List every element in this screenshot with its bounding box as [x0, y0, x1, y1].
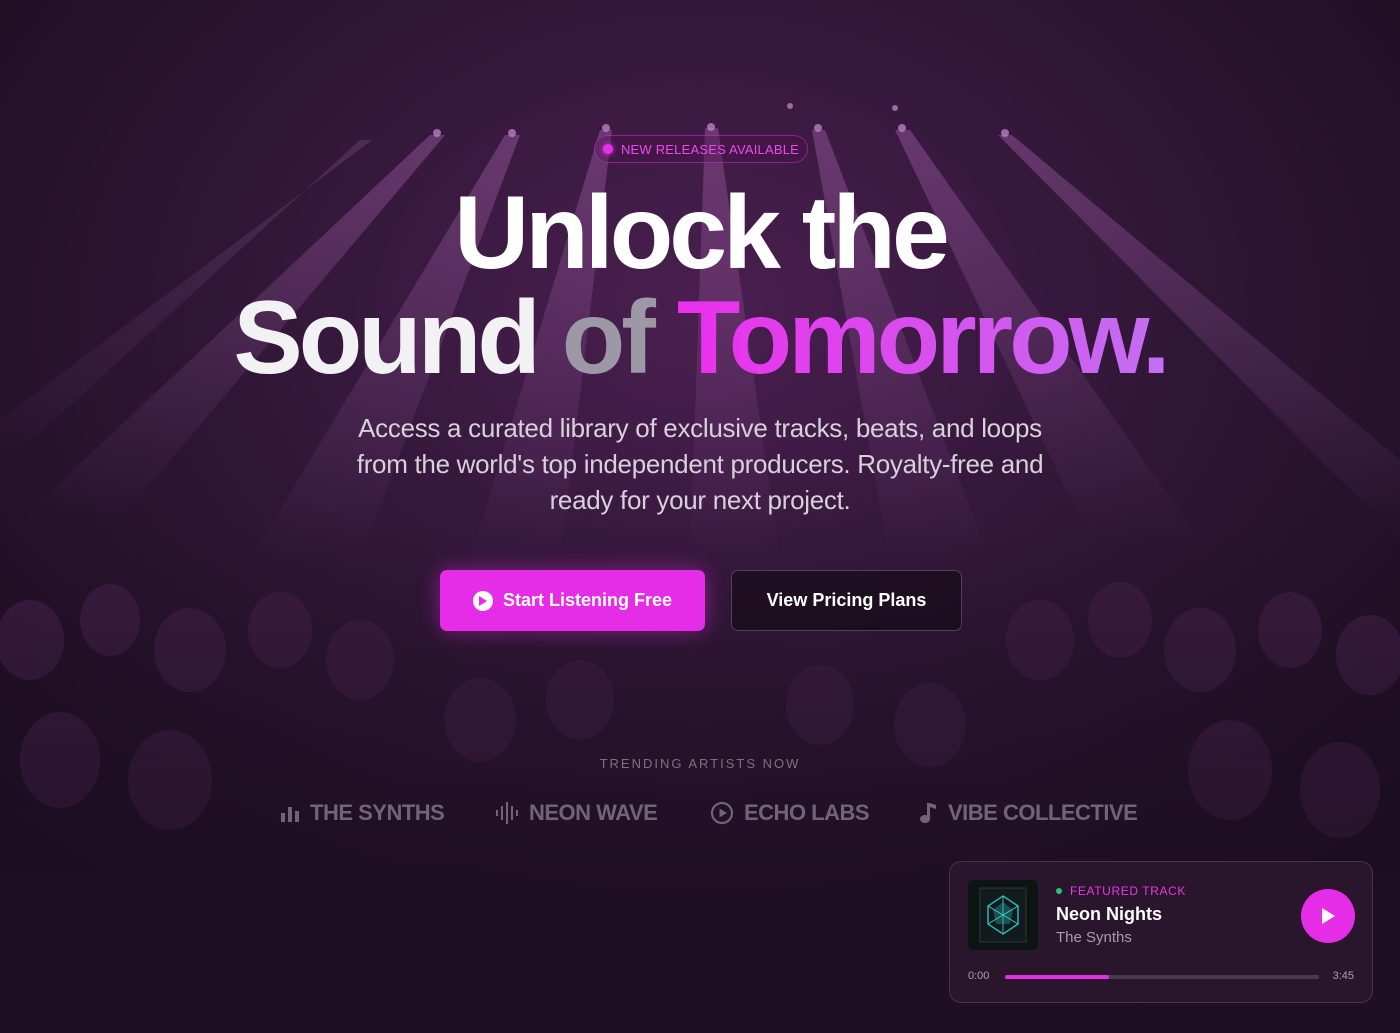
headline-accent-word: Tomorrow. — [676, 280, 1171, 396]
artist-name: VIBE COLLECTIVE — [948, 800, 1138, 825]
hero-section: NEW RELEASES AVAILABLE Unlock the Sound … — [0, 0, 1400, 1033]
album-cover[interactable] — [968, 880, 1038, 950]
time-current: 0:00 — [968, 970, 990, 982]
music-note-icon — [920, 803, 936, 823]
track-artist: The Synths — [1056, 929, 1132, 946]
artist-the-synths[interactable]: THE SYNTHS — [280, 800, 445, 826]
badge-text: NEW RELEASES AVAILABLE — [620, 141, 800, 157]
artist-echo-labs[interactable]: ECHO LABS — [710, 800, 870, 826]
headline-word-sound: Sound — [233, 280, 540, 396]
play-circle-icon — [710, 801, 734, 825]
play-track-button[interactable] — [1301, 889, 1355, 943]
progress-bar[interactable] — [1005, 975, 1319, 979]
headline-line-2: Sound of Tomorrow. — [0, 286, 1400, 390]
trending-artists: THE SYNTHS NEON WAVE ECHO LABS VIBE COLL… — [0, 800, 1400, 830]
progress-fill — [1005, 975, 1109, 979]
view-pricing-label: View Pricing Plans — [766, 590, 927, 610]
hero-headline: Unlock the Sound of Tomorrow. — [0, 175, 1400, 390]
bar-chart-icon — [281, 807, 299, 822]
featured-track-player: FEATURED TRACK Neon Nights The Synths 0:… — [949, 861, 1373, 1003]
artist-neon-wave[interactable]: NEON WAVE — [495, 800, 658, 826]
status-dot-icon — [602, 144, 613, 154]
artist-vibe-collective[interactable]: VIBE COLLECTIVE — [918, 800, 1138, 826]
featured-label-text: FEATURED TRACK — [1070, 884, 1186, 898]
live-dot-icon — [1056, 888, 1062, 894]
start-listening-label: Start Listening Free — [502, 590, 673, 610]
headline-line-1: Unlock the — [454, 175, 950, 291]
trending-label: TRENDING ARTISTS NOW — [599, 756, 801, 771]
album-art-image — [968, 880, 1038, 950]
artist-name: ECHO LABS — [744, 800, 870, 825]
time-total: 3:45 — [1332, 970, 1354, 982]
start-listening-button[interactable]: Start Listening Free — [440, 570, 705, 631]
play-icon — [1322, 908, 1335, 924]
new-releases-badge: NEW RELEASES AVAILABLE — [594, 135, 808, 163]
hero-subtitle: Access a curated library of exclusive tr… — [356, 413, 1044, 515]
view-pricing-button[interactable]: View Pricing Plans — [731, 570, 962, 631]
play-icon — [472, 590, 493, 611]
headline-word-of: of — [561, 280, 656, 396]
artist-name: THE SYNTHS — [310, 800, 445, 825]
waveform-icon — [496, 802, 518, 824]
track-title: Neon Nights — [1056, 904, 1162, 924]
artist-name: NEON WAVE — [529, 800, 658, 825]
featured-track-label: FEATURED TRACK — [1056, 884, 1186, 898]
